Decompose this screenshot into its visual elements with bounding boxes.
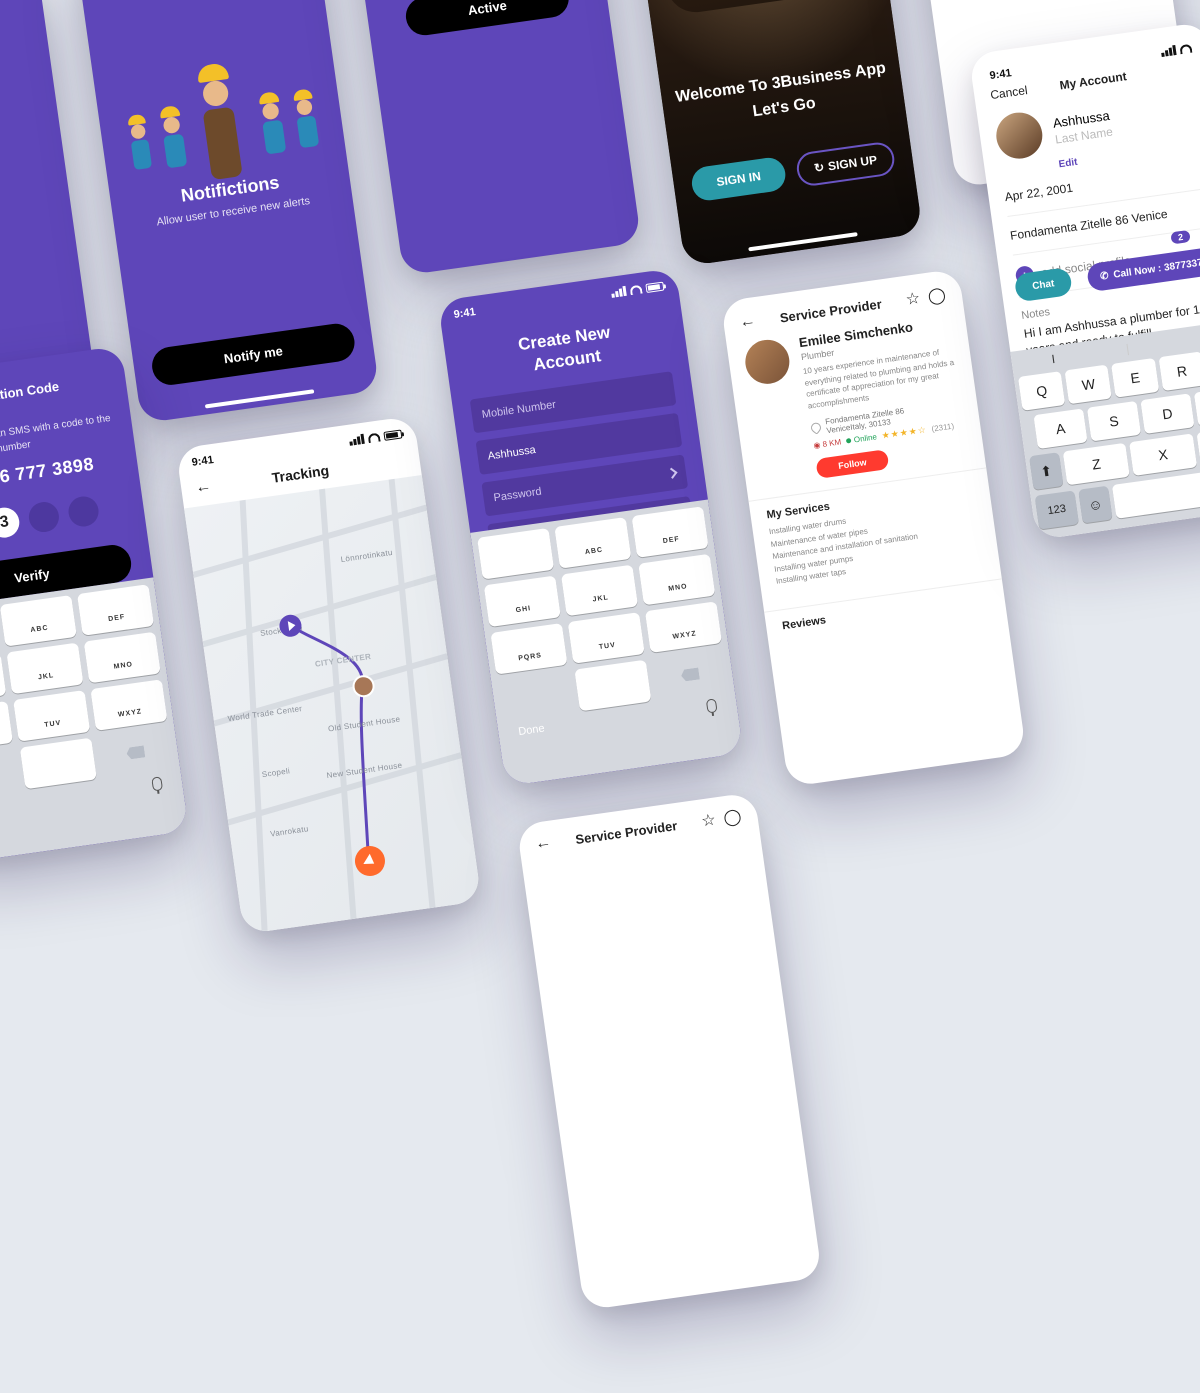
verif-phone: +10 876 777 3898 xyxy=(0,450,118,499)
key-4[interactable]: 4GHI xyxy=(0,653,6,705)
key-123[interactable]: 123 xyxy=(1035,490,1079,529)
map[interactable]: Lönnrotinkatu Stockmann CITY CENTER Worl… xyxy=(184,475,482,934)
backspace-icon xyxy=(126,745,145,759)
star-icon[interactable]: ☆ xyxy=(904,288,921,310)
key-3[interactable]: 3DEF xyxy=(632,506,709,558)
key-0[interactable]: 0 xyxy=(20,738,97,790)
key-9[interactable]: 9WXYZ xyxy=(90,679,167,731)
key-s[interactable]: S xyxy=(1087,401,1141,442)
back-button[interactable]: ← xyxy=(194,478,212,498)
key-z[interactable]: Z xyxy=(1063,443,1130,485)
screen-welcome: 9:41 Welcome To 3Business App Let's Go S… xyxy=(617,0,923,266)
key-r[interactable]: R xyxy=(1158,351,1200,391)
screen-service-provider: ← Service Provider ☆ ◯ Emilee Simchenko … xyxy=(721,268,1027,787)
key-6[interactable]: 6MNO xyxy=(84,632,161,684)
search-icon[interactable]: ◯ xyxy=(927,284,948,306)
key-f[interactable]: F xyxy=(1194,386,1200,427)
screen-title: Service Provider xyxy=(550,814,702,850)
code-input[interactable]: 6 3 xyxy=(0,491,125,549)
screen-my-account: 9:41 Cancel My Account Last Name Edit Ap… xyxy=(969,21,1200,540)
account-avatar[interactable] xyxy=(993,110,1045,162)
verif-heading: Verification Code xyxy=(0,372,106,415)
search-icon[interactable]: ◯ xyxy=(722,806,743,828)
key-4[interactable]: 4GHI xyxy=(484,575,561,627)
location-icon xyxy=(809,421,823,435)
code-digit-3 xyxy=(27,500,61,534)
activate-button[interactable]: Active xyxy=(403,0,571,38)
numeric-keypad: 1 2ABC 3DEF 4GHI 5JKL 6MNO 7PQRS 8TUV 9W… xyxy=(470,499,743,786)
key-shift[interactable]: ⬆ xyxy=(1029,452,1063,490)
key-d[interactable]: D xyxy=(1140,393,1194,434)
keypad-done[interactable]: Done xyxy=(518,722,546,740)
key-9[interactable]: 9WXYZ xyxy=(645,601,722,653)
suggestion[interactable]: I xyxy=(1051,352,1056,366)
key-e[interactable]: E xyxy=(1111,358,1159,398)
code-digit-4 xyxy=(67,495,101,529)
key-2[interactable]: 2ABC xyxy=(554,517,631,569)
follow-button[interactable]: Follow xyxy=(815,449,889,479)
reviews-heading: Reviews xyxy=(782,592,990,633)
screen-verification: Verification Code We have sent you an SM… xyxy=(0,346,189,865)
key-emoji[interactable]: ☺ xyxy=(1078,486,1112,524)
screen-tracking: 9:41 ←Tracking Lönnrotinkatu Stockmann C… xyxy=(176,416,482,935)
key-7[interactable]: 7PQRS xyxy=(0,701,13,753)
key-backspace[interactable] xyxy=(652,649,729,701)
key-x[interactable]: X xyxy=(1129,433,1196,475)
screen-create-account: 9:41 Create New Account Mobile Number As… xyxy=(438,268,744,787)
key-5[interactable]: 5JKL xyxy=(561,565,638,617)
key-7[interactable]: 7PQRS xyxy=(490,623,567,675)
reviews-count: (2311) xyxy=(931,422,955,434)
mic-icon[interactable] xyxy=(706,698,718,713)
key-5[interactable]: 5JKL xyxy=(6,643,83,695)
key-2[interactable]: 2ABC xyxy=(0,595,77,647)
key-0[interactable]: 0 xyxy=(574,660,651,712)
backspace-icon xyxy=(680,667,699,681)
screen-title: Tracking xyxy=(271,462,330,486)
key-c[interactable]: C xyxy=(1196,424,1200,466)
chevron-right-icon xyxy=(666,468,677,479)
key-q[interactable]: Q xyxy=(1018,371,1066,411)
mic-icon[interactable] xyxy=(151,776,163,791)
numeric-keypad: 1 2ABC 3DEF 4GHI 5JKL 6MNO 7PQRS 8TUV 9W… xyxy=(0,577,189,864)
key-8[interactable]: 8TUV xyxy=(13,690,90,742)
provider-distance: ◉ 8 KM xyxy=(813,438,842,451)
key-6[interactable]: 6MNO xyxy=(638,554,715,606)
star-icon[interactable]: ☆ xyxy=(700,810,717,832)
key-a[interactable]: A xyxy=(1033,408,1087,449)
workers-illustration xyxy=(96,0,327,177)
code-digit-2: 3 xyxy=(0,506,21,540)
key-1[interactable]: 1 xyxy=(477,528,554,580)
key-w[interactable]: W xyxy=(1065,365,1113,405)
notify-button[interactable]: Notify me xyxy=(150,321,357,387)
qwerty-keyboard: I | th Q W E R T A S D F ⬆ Z X C 123 ☺ xyxy=(1010,319,1200,541)
key-3[interactable]: 3DEF xyxy=(77,584,154,636)
provider-avatar[interactable] xyxy=(743,337,793,387)
screen-activate-place: Activate the Place You can now specify y… xyxy=(336,0,642,276)
provider-online: Online xyxy=(845,433,877,446)
rating-stars-icon: ★★★★☆ xyxy=(881,425,927,442)
key-8[interactable]: 8TUV xyxy=(568,612,645,664)
screen-service-provider-2: ← Service Provider ☆ ◯ xyxy=(516,792,822,1311)
key-backspace[interactable] xyxy=(97,727,174,779)
